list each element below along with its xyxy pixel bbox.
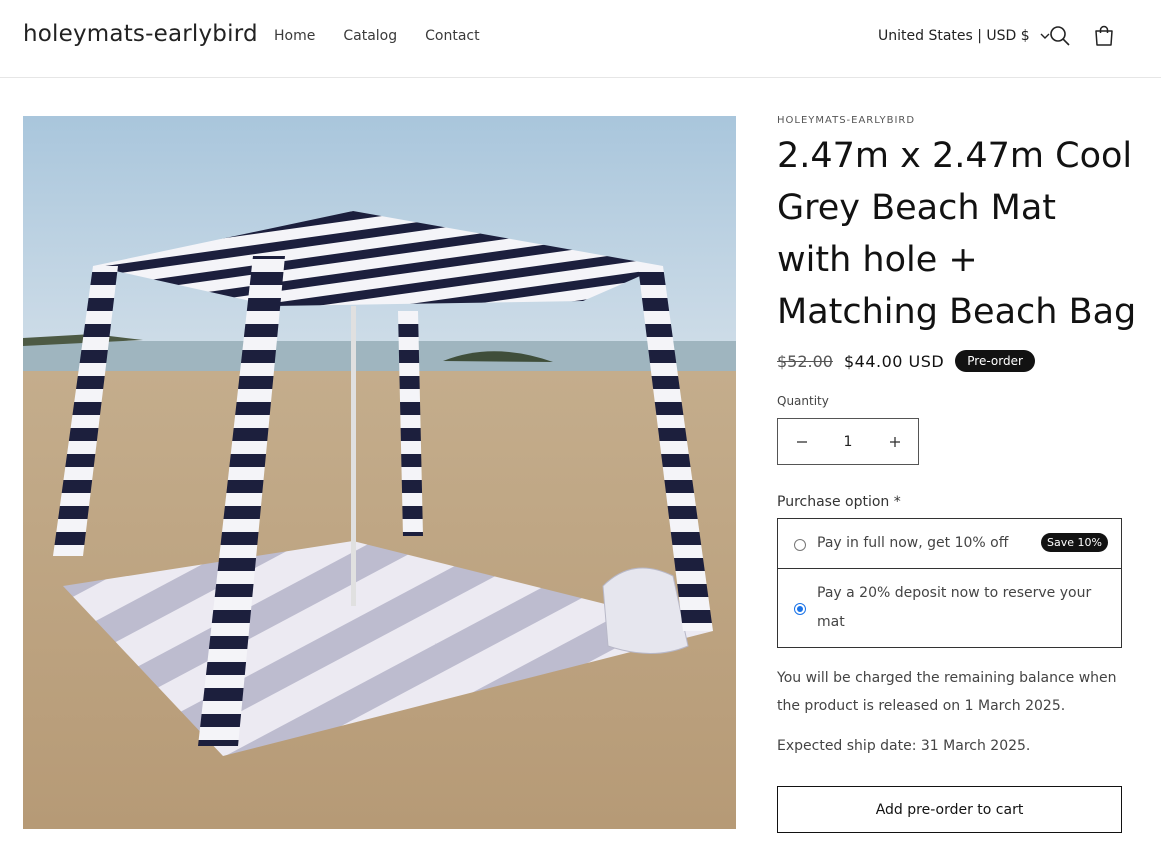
product-vendor: HOLEYMATS-EARLYBIRD bbox=[777, 115, 916, 126]
purchase-option-label: Purchase option * bbox=[777, 494, 901, 510]
main-nav: Home Catalog Contact bbox=[274, 28, 508, 44]
site-header: holeymats-earlybird Home Catalog Contact… bbox=[0, 0, 1161, 78]
quantity-decrease-button[interactable] bbox=[778, 419, 825, 464]
option-pay-full[interactable]: Pay in full now, get 10% off Save 10% bbox=[778, 519, 1121, 569]
radio-deposit[interactable] bbox=[794, 603, 806, 615]
country-selector[interactable]: United States | USD $ bbox=[878, 28, 1051, 44]
beach-tent-photo bbox=[23, 116, 736, 829]
quantity-label: Quantity bbox=[777, 394, 829, 408]
price-row: $52.00 $44.00 USD Pre-order bbox=[777, 350, 1035, 372]
product-title: 2.47m x 2.47m Cool Grey Beach Mat with h… bbox=[777, 136, 1137, 332]
nav-home[interactable]: Home bbox=[274, 28, 315, 44]
quantity-input[interactable]: 1 bbox=[825, 434, 871, 450]
quantity-stepper: 1 bbox=[777, 418, 919, 465]
minus-icon bbox=[796, 440, 807, 443]
store-logo[interactable]: holeymats-earlybird bbox=[23, 21, 258, 47]
save-badge: Save 10% bbox=[1041, 533, 1108, 552]
option-deposit-label: Pay a 20% deposit now to reserve your ma… bbox=[817, 585, 1092, 630]
ship-date-note: Expected ship date: 31 March 2025. bbox=[777, 738, 1031, 754]
preorder-badge: Pre-order bbox=[955, 350, 1035, 372]
balance-note: You will be charged the remaining balanc… bbox=[777, 670, 1117, 714]
regular-price: $52.00 bbox=[777, 351, 833, 371]
option-pay-full-label: Pay in full now, get 10% off bbox=[817, 535, 1009, 551]
search-icon[interactable] bbox=[1048, 24, 1072, 48]
sale-price: $44.00 USD bbox=[843, 351, 945, 371]
nav-contact[interactable]: Contact bbox=[425, 28, 479, 44]
product-image[interactable] bbox=[23, 116, 736, 829]
purchase-options: Pay in full now, get 10% off Save 10% Pa… bbox=[777, 518, 1122, 648]
nav-catalog[interactable]: Catalog bbox=[343, 28, 397, 44]
quantity-increase-button[interactable] bbox=[871, 419, 918, 464]
add-preorder-button[interactable]: Add pre-order to cart bbox=[777, 786, 1122, 833]
country-label: United States | USD $ bbox=[878, 28, 1030, 44]
plus-icon bbox=[889, 436, 900, 447]
cart-icon[interactable] bbox=[1092, 24, 1116, 48]
option-deposit[interactable]: Pay a 20% deposit now to reserve your ma… bbox=[778, 570, 1121, 647]
radio-pay-full[interactable] bbox=[794, 539, 806, 551]
